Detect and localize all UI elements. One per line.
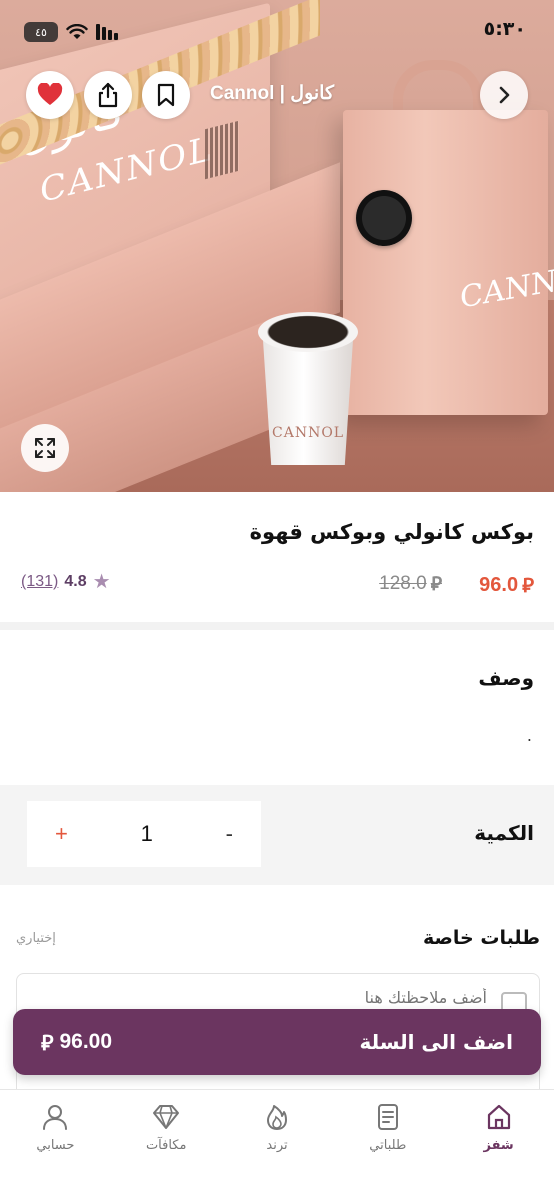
nav-item-home[interactable]: شفز bbox=[443, 1090, 554, 1200]
quantity-value: 1 bbox=[140, 821, 153, 846]
description-title: وصف bbox=[478, 666, 534, 690]
bookmark-icon bbox=[157, 83, 175, 107]
quantity-label: الكمية bbox=[474, 821, 534, 845]
optional-label: إختياري bbox=[16, 931, 56, 946]
cart-price: ⃁ 96.00 bbox=[41, 1029, 112, 1056]
back-button[interactable] bbox=[480, 71, 528, 119]
qr-code bbox=[205, 120, 239, 180]
orders-icon bbox=[377, 1104, 398, 1130]
quantity-decrease-button[interactable]: - bbox=[226, 821, 233, 847]
expand-icon bbox=[35, 438, 55, 458]
product-info: بوكس كانولي وبوكس قهوة 96.0 ⃁ 128.0 ⃁ (1… bbox=[0, 492, 554, 622]
signal-icon bbox=[96, 24, 118, 40]
rating[interactable]: (131) 4.8 ★ bbox=[21, 572, 111, 592]
add-to-cart-button[interactable]: ⃁ 96.00 اضف الى السلة bbox=[13, 1009, 541, 1075]
nav-label-home: شفز bbox=[483, 1138, 514, 1153]
expand-image-button[interactable] bbox=[21, 424, 69, 472]
quantity-increase-button[interactable]: + bbox=[55, 821, 68, 847]
add-to-cart-label: اضف الى السلة bbox=[359, 1030, 513, 1054]
store-name[interactable]: Cannol | كانول bbox=[210, 82, 370, 105]
currency-icon: ⃁ bbox=[41, 1030, 54, 1055]
home-icon bbox=[487, 1104, 510, 1130]
quantity-section: الكمية + 1 - bbox=[0, 785, 554, 885]
description-section: وصف . bbox=[0, 630, 554, 785]
product-title: بوكس كانولي وبوكس قهوة bbox=[249, 520, 534, 544]
rating-value: 4.8 bbox=[64, 573, 87, 590]
original-price: 128.0 ⃁ bbox=[379, 572, 442, 596]
status-time: ٥:٣٠ bbox=[483, 18, 526, 40]
nav-item-trend[interactable]: ترند bbox=[222, 1090, 333, 1200]
nav-label-orders: طلباتي bbox=[369, 1138, 407, 1153]
currency-icon: ⃁ bbox=[522, 573, 534, 597]
coffee-tap bbox=[356, 190, 412, 246]
flame-icon bbox=[267, 1105, 287, 1130]
quantity-stepper: + 1 - bbox=[27, 801, 261, 867]
special-requests-title: طلبات خاصة bbox=[423, 927, 540, 949]
notes-input[interactable] bbox=[187, 988, 487, 1007]
chevron-right-icon bbox=[499, 86, 510, 104]
rating-count[interactable]: (131) bbox=[21, 573, 58, 591]
status-icons: ٤٥ bbox=[24, 22, 118, 42]
bookmark-button[interactable] bbox=[142, 71, 190, 119]
favorite-button[interactable] bbox=[26, 71, 74, 119]
current-price: 96.0 ⃁ bbox=[479, 572, 534, 598]
section-divider bbox=[0, 622, 554, 630]
user-icon bbox=[43, 1105, 68, 1130]
nav-label-account: حسابي bbox=[36, 1138, 75, 1153]
nav-item-rewards[interactable]: مكافآت bbox=[111, 1090, 222, 1200]
star-icon: ★ bbox=[92, 571, 111, 593]
coffee-box bbox=[343, 110, 548, 415]
product-hero-image: كانول CANNOL CANNO CANNOL bbox=[0, 0, 554, 492]
currency-icon: ⃁ bbox=[430, 573, 442, 595]
nav-item-orders[interactable]: طلباتي bbox=[332, 1090, 443, 1200]
nav-label-rewards: مكافآت bbox=[145, 1138, 187, 1153]
description-text: . bbox=[526, 726, 532, 745]
diamond-icon bbox=[153, 1105, 180, 1129]
wifi-icon bbox=[66, 24, 88, 39]
battery-icon: ٤٥ bbox=[24, 22, 58, 42]
current-price-value: 96.0 bbox=[479, 573, 519, 596]
cart-price-value: 96.00 bbox=[59, 1030, 113, 1053]
coffee-cup-text: CANNOL bbox=[272, 425, 345, 441]
nav-item-account[interactable]: حسابي bbox=[0, 1090, 111, 1200]
bottom-nav: شفز طلباتي ترند مكافآت حسابي bbox=[0, 1089, 554, 1200]
coffee-cup-top bbox=[258, 312, 358, 352]
share-icon bbox=[98, 82, 118, 108]
original-price-value: 128.0 bbox=[379, 573, 427, 594]
share-button[interactable] bbox=[84, 71, 132, 119]
status-bar: ٥:٣٠ ٤٥ bbox=[0, 0, 554, 64]
nav-label-trend: ترند bbox=[266, 1138, 288, 1153]
heart-icon bbox=[37, 83, 63, 105]
